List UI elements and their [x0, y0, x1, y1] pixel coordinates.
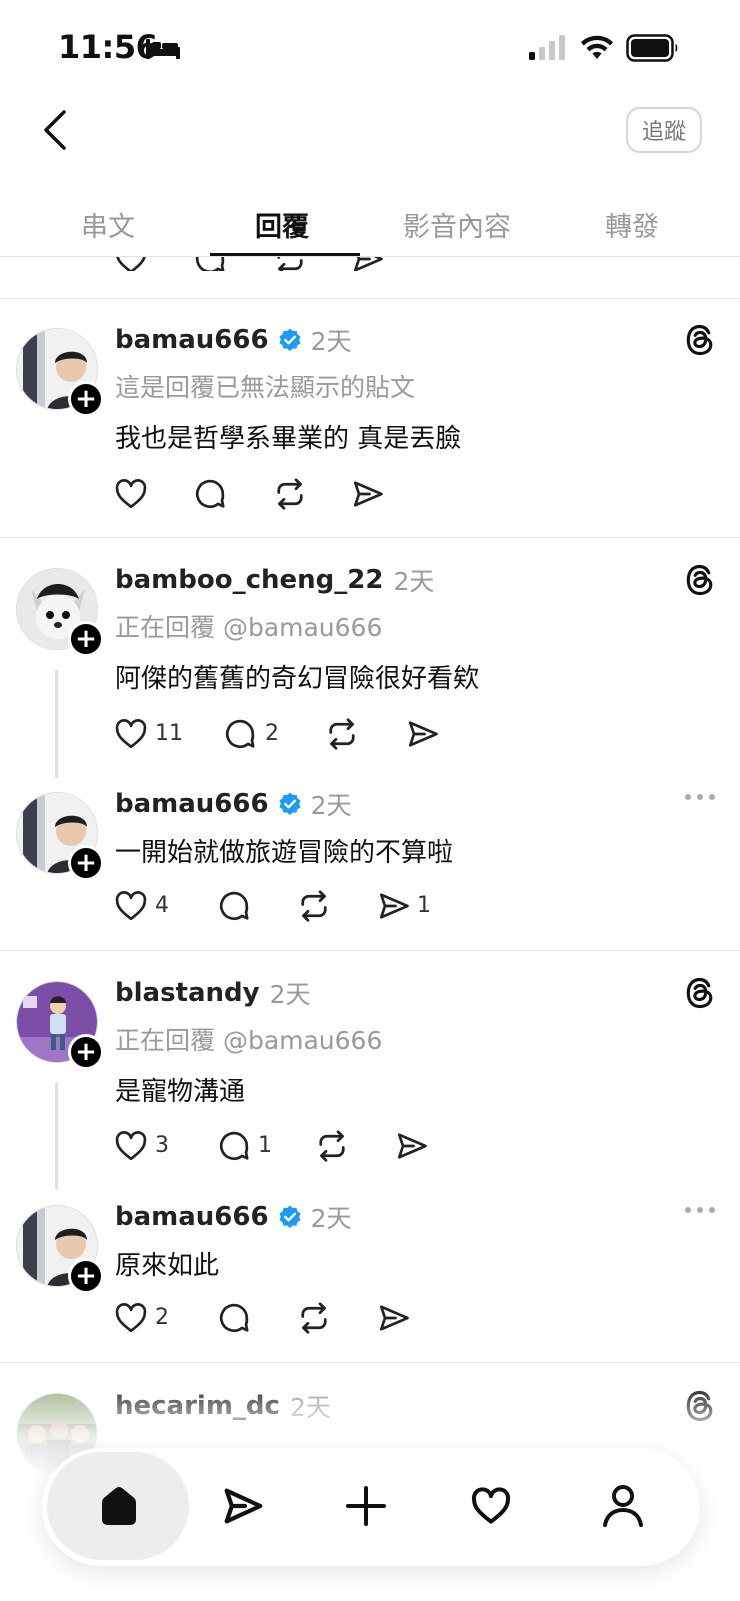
threads-logo-icon[interactable] [682, 562, 718, 598]
post-text: 原來如此 [115, 1251, 220, 1281]
post-time: 2天 [393, 567, 435, 596]
like-heart-icon[interactable] [113, 1128, 149, 1164]
wifi-icon [580, 34, 614, 60]
battery-icon [626, 34, 680, 62]
repost-icon[interactable] [296, 888, 332, 924]
tab-media[interactable]: 影音內容 [382, 205, 532, 244]
post-header: bamau666 2天 [115, 786, 351, 822]
like-count: 4 [155, 893, 169, 918]
post-text: 一開始就做旅遊冒險的不算啦 [115, 838, 454, 868]
follow-plus-icon[interactable]: + [68, 845, 104, 881]
send-icon[interactable] [376, 888, 412, 924]
username[interactable]: blastandy [115, 978, 260, 1008]
post-divider [0, 537, 740, 538]
username[interactable]: bamboo_cheng_22 [115, 565, 383, 595]
post-time: 2天 [310, 327, 352, 356]
like-count: 11 [155, 721, 183, 746]
post-text: 阿傑的舊舊的奇幻冒險很好看欸 [115, 664, 480, 694]
repost-icon[interactable] [296, 1300, 332, 1336]
thread-connector-line [55, 670, 58, 778]
comment-icon[interactable] [222, 716, 258, 752]
reply-context: 正在回覆 @bamau666 [115, 613, 383, 642]
reply-context: 這是回覆已無法顯示的貼文 [115, 373, 416, 402]
back-button[interactable] [40, 108, 70, 152]
post-divider [0, 1362, 740, 1363]
heart-icon [113, 257, 149, 271]
verified-badge-icon [277, 791, 303, 817]
like-heart-icon[interactable] [113, 1300, 149, 1336]
chevron-left-icon [44, 110, 66, 150]
like-heart-icon[interactable] [113, 476, 149, 512]
send-icon[interactable] [394, 1128, 430, 1164]
username[interactable]: bamau666 [115, 325, 269, 355]
repost-icon [272, 257, 308, 271]
tab-replies[interactable]: 回覆 [207, 205, 357, 244]
username[interactable]: bamau666 [115, 1202, 269, 1232]
post-header: blastandy 2天 [115, 975, 311, 1011]
like-count: 2 [155, 1305, 169, 1330]
post-time: 2天 [310, 1204, 352, 1233]
more-options-icon[interactable] [684, 1205, 716, 1215]
more-options-icon[interactable] [684, 792, 716, 802]
tab-reposts[interactable]: 轉發 [557, 205, 707, 244]
post-header: bamau666 2天 [115, 1199, 351, 1235]
sleep-bed-icon [146, 37, 180, 61]
comment-icon[interactable] [216, 1128, 252, 1164]
post-header: bamau666 2天 [115, 322, 351, 358]
follow-plus-icon[interactable]: + [68, 381, 104, 417]
status-time: 11:56 [58, 28, 158, 66]
comment-icon[interactable] [192, 476, 228, 512]
profile-icon[interactable] [601, 1482, 645, 1528]
repost-icon[interactable] [272, 476, 308, 512]
verified-badge-icon [277, 1204, 303, 1230]
verified-badge-icon [277, 327, 303, 353]
post-text: 是寵物溝通 [115, 1077, 246, 1107]
post-text: 我也是哲學系畢業的 真是丟臉 [115, 424, 462, 454]
username[interactable]: bamau666 [115, 789, 269, 819]
like-heart-icon[interactable] [113, 716, 149, 752]
home-icon[interactable] [96, 1483, 142, 1529]
comment-icon[interactable] [216, 1300, 252, 1336]
heart-icon[interactable] [468, 1484, 514, 1528]
like-count: 3 [155, 1133, 169, 1158]
like-heart-icon[interactable] [113, 888, 149, 924]
post-divider [0, 298, 740, 299]
send-icon[interactable] [376, 1300, 412, 1336]
reply-count: 1 [258, 1133, 272, 1158]
send-icon[interactable] [350, 476, 386, 512]
cellular-signal-icon [529, 34, 569, 60]
partial-action-row [0, 257, 740, 271]
follow-plus-icon[interactable]: + [68, 621, 104, 657]
repost-icon[interactable] [324, 716, 360, 752]
follow-button[interactable]: 追蹤 [626, 107, 702, 153]
tab-threads[interactable]: 串文 [33, 205, 183, 244]
plus-icon[interactable] [344, 1484, 388, 1528]
follow-plus-icon[interactable]: + [68, 1258, 104, 1294]
repost-icon[interactable] [314, 1128, 350, 1164]
follow-plus-icon[interactable]: + [68, 1034, 104, 1070]
send-icon[interactable] [405, 716, 441, 752]
threads-logo-icon[interactable] [682, 322, 718, 358]
post-divider [0, 950, 740, 951]
reply-context: 正在回覆 @bamau666 [115, 1026, 383, 1055]
post-header: bamboo_cheng_22 2天 [115, 562, 434, 598]
share-count: 1 [417, 893, 431, 918]
send-icon[interactable] [220, 1483, 266, 1529]
status-bar: 11:56 [0, 0, 740, 100]
send-icon [350, 257, 386, 271]
comment-icon[interactable] [216, 888, 252, 924]
post-time: 2天 [310, 791, 352, 820]
thread-connector-line [55, 1082, 58, 1190]
reply-count: 2 [265, 721, 279, 746]
threads-logo-icon[interactable] [682, 975, 718, 1011]
post-time: 2天 [269, 980, 311, 1009]
comment-icon [192, 257, 228, 271]
